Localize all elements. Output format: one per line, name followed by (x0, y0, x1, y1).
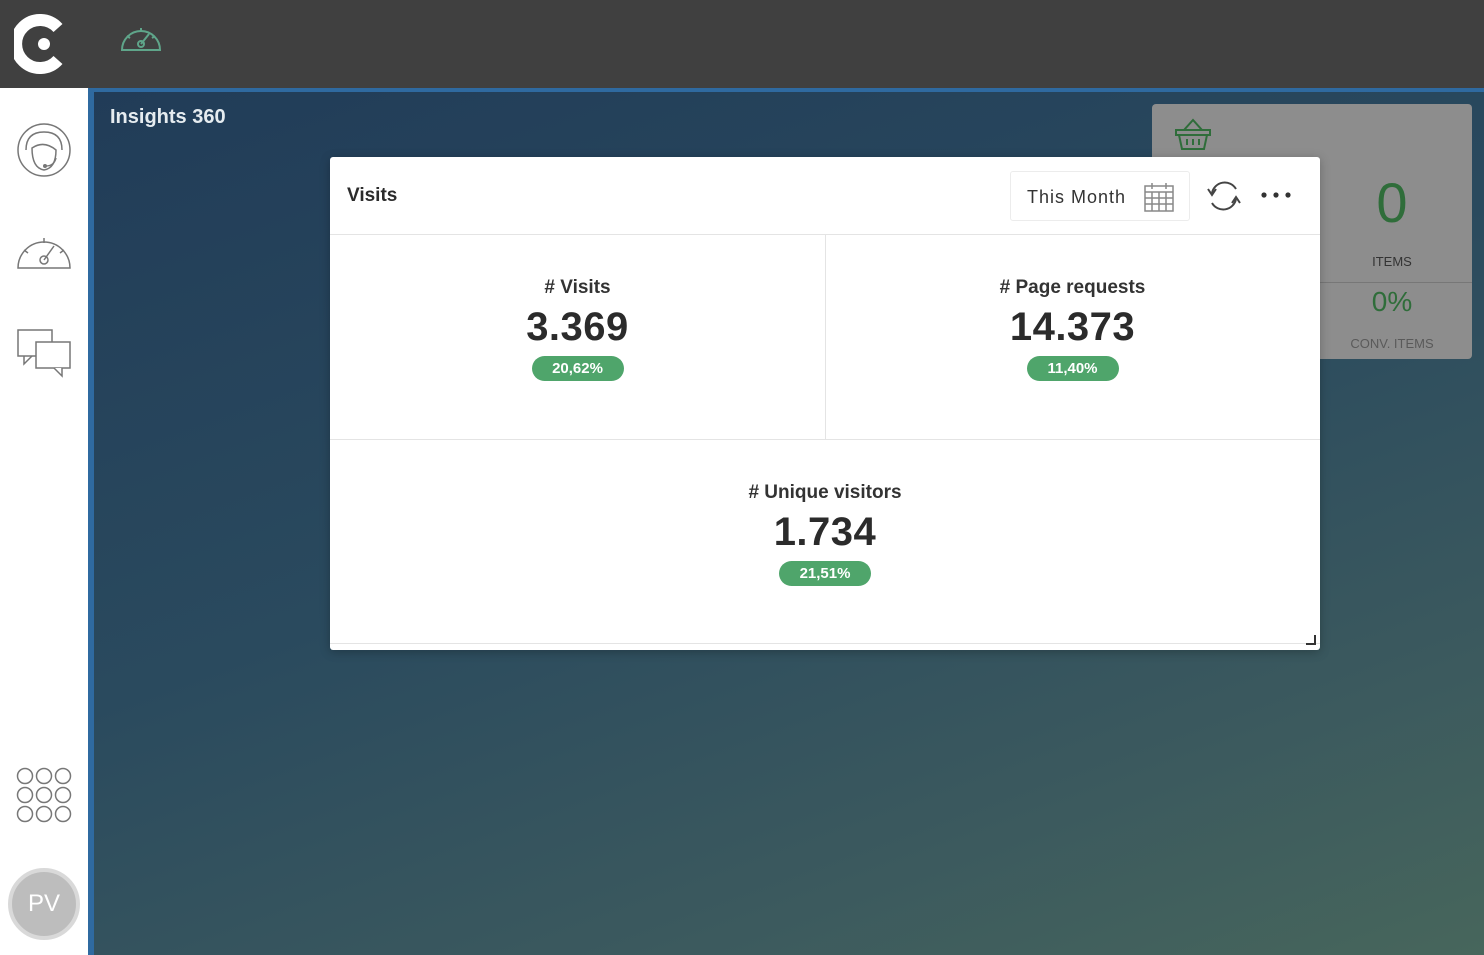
items-label: ITEMS (1372, 254, 1412, 269)
top-bar (0, 0, 1484, 88)
widget-title: Visits (347, 185, 398, 206)
conv-items-value: 0% (1371, 286, 1413, 317)
more-options-icon[interactable] (1258, 185, 1294, 205)
divider (330, 439, 1320, 440)
conv-items-label: CONV. ITEMS (1350, 336, 1434, 351)
period-label: This Month (1027, 187, 1127, 207)
metric-value: 1.734 (773, 510, 877, 554)
metric-page-requests: # Page requests 14.373 11,40% (825, 277, 1320, 381)
visits-widget[interactable]: Visits This Month # Visits 3.369 20,62% … (330, 157, 1320, 650)
app-logo[interactable] (14, 14, 68, 74)
basket-icon (1175, 118, 1211, 150)
chat-bubbles-icon[interactable] (14, 322, 74, 382)
divider (330, 643, 1320, 644)
change-badge: 20,62% (531, 356, 624, 381)
avatar[interactable]: PV (8, 868, 80, 940)
widget-header: Visits This Month (330, 157, 1320, 235)
metric-unique-visitors: # Unique visitors 1.734 21,51% (330, 482, 1320, 586)
page-title: Insights 360 (110, 106, 226, 128)
dashboard-left-border (88, 88, 94, 955)
divider (1320, 282, 1472, 283)
apps-grid-icon[interactable] (14, 766, 74, 826)
resize-handle-icon[interactable] (1306, 635, 1316, 645)
metric-value: 3.369 (526, 305, 629, 349)
metric-label: # Visits (544, 277, 611, 298)
refresh-icon[interactable] (1204, 177, 1244, 215)
change-badge: 11,40% (1026, 356, 1119, 381)
change-badge: 21,51% (779, 561, 871, 586)
divider (825, 235, 826, 439)
period-selector[interactable]: This Month (1010, 171, 1190, 221)
metric-label: # Page requests (999, 277, 1146, 298)
sidebar: PV (0, 88, 88, 955)
dashboard-top-border (88, 88, 1484, 92)
calendar-icon (1144, 183, 1174, 212)
metric-label: # Unique visitors (748, 482, 902, 503)
agent-headset-icon[interactable] (14, 122, 74, 182)
metric-visits: # Visits 3.369 20,62% (330, 277, 825, 381)
items-value: 0 (1376, 171, 1408, 234)
speedometer-icon[interactable] (118, 20, 164, 56)
metric-value: 14.373 (1009, 305, 1136, 349)
speedometer-icon[interactable] (14, 220, 74, 280)
